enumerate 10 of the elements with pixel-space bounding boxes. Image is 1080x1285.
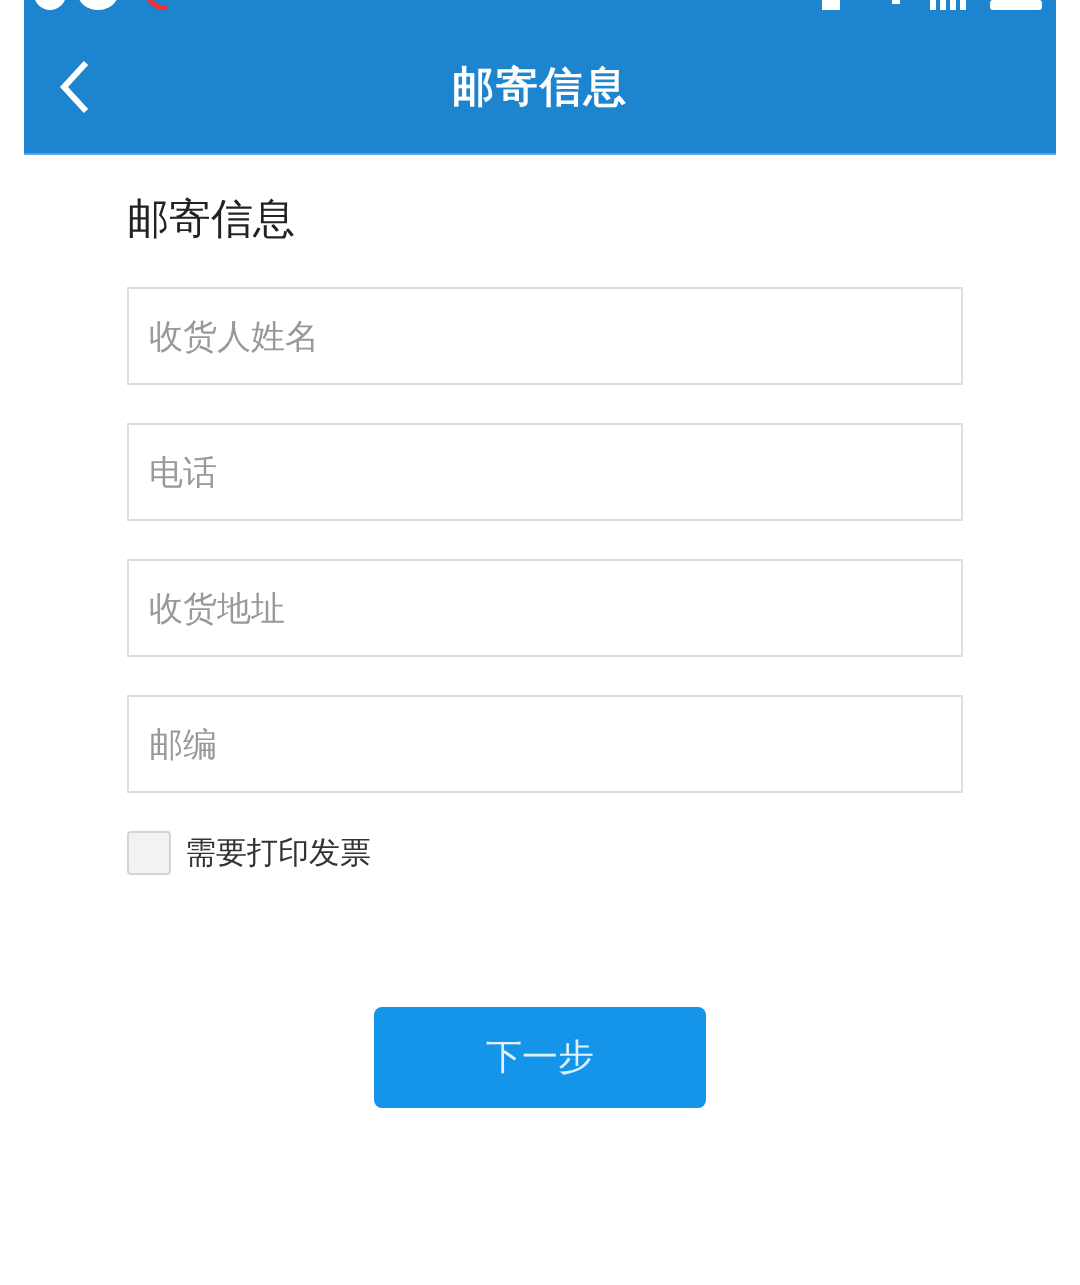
page-title: 邮寄信息: [452, 60, 628, 113]
input-field[interactable]: 电话: [127, 423, 963, 521]
next-step-button[interactable]: 下一步: [374, 1007, 706, 1108]
input-field[interactable]: 收货地址: [127, 559, 963, 657]
back-icon: [58, 58, 90, 115]
section-heading: 邮寄信息: [127, 193, 296, 245]
invoice-checkbox[interactable]: [127, 831, 171, 875]
checkbox-label: 需要打印发票: [185, 833, 371, 872]
input-field[interactable]: 邮编: [127, 695, 963, 793]
input-field[interactable]: 收货人姓名: [127, 287, 963, 385]
